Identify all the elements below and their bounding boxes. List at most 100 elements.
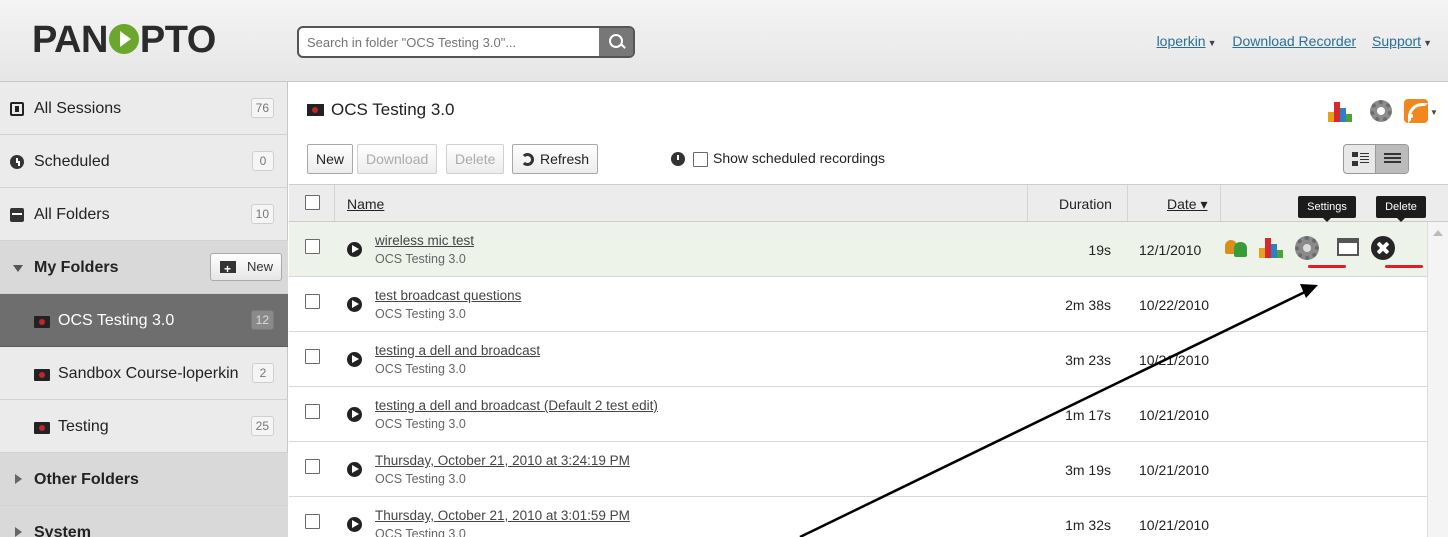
session-title-link[interactable]: wireless mic test: [375, 233, 474, 248]
session-title-link[interactable]: testing a dell and broadcast (Default 2 …: [375, 398, 658, 413]
delete-tooltip: Delete: [1376, 196, 1426, 222]
sidebar-folder-ocs-testing[interactable]: OCS Testing 3.0 12: [0, 294, 288, 347]
row-checkbox[interactable]: [305, 404, 320, 419]
select-all-checkbox[interactable]: [305, 195, 320, 210]
session-duration: 1m 17s: [1065, 407, 1111, 423]
scrollbar[interactable]: [1427, 222, 1448, 537]
count-badge: 25: [250, 416, 274, 436]
table-row[interactable]: test broadcast questions OCS Testing 3.0…: [289, 277, 1427, 332]
play-icon[interactable]: [347, 242, 362, 257]
session-date: 10/21/2010: [1139, 407, 1210, 423]
session-folder: OCS Testing 3.0: [375, 417, 466, 431]
section-label: System: [34, 524, 91, 537]
new-button[interactable]: New: [307, 144, 354, 174]
list-view-icon[interactable]: [1375, 145, 1408, 173]
sidebar: All Sessions 76 Scheduled 0 All Folders …: [0, 82, 288, 537]
count-badge: 76: [250, 98, 274, 118]
play-icon[interactable]: [347, 517, 362, 532]
folders-icon: [10, 208, 24, 222]
column-date-header[interactable]: Date ▾: [1167, 196, 1208, 213]
row-checkbox[interactable]: [305, 239, 320, 254]
stats-icon[interactable]: [1259, 236, 1283, 258]
section-label: Other Folders: [34, 471, 139, 488]
delete-icon[interactable]: [1371, 236, 1395, 260]
play-icon[interactable]: [347, 297, 362, 312]
stats-icon[interactable]: [1328, 100, 1352, 122]
folder-label: Testing: [58, 418, 109, 435]
table-row[interactable]: wireless mic test OCS Testing 3.0 19s 12…: [289, 222, 1427, 277]
panopto-logo[interactable]: PAN PTO: [32, 18, 216, 62]
row-checkbox[interactable]: [305, 294, 320, 309]
refresh-button[interactable]: Refresh: [512, 144, 599, 174]
table-row[interactable]: testing a dell and broadcast (Default 2 …: [289, 387, 1427, 442]
main-panel: OCS Testing 3.0 ▼ New Download Delete Re…: [289, 82, 1448, 537]
session-folder: OCS Testing 3.0: [375, 527, 466, 537]
logo-play-icon: [108, 24, 139, 54]
play-icon[interactable]: [347, 407, 362, 422]
gear-icon[interactable]: [1370, 100, 1392, 122]
sidebar-item-all-folders[interactable]: All Folders 10: [0, 188, 288, 241]
column-duration-header[interactable]: Duration: [1059, 196, 1112, 212]
count-badge: 12: [250, 310, 274, 330]
session-title-link[interactable]: test broadcast questions: [375, 288, 521, 303]
session-duration: 2m 38s: [1065, 297, 1111, 313]
expand-right-icon[interactable]: [15, 527, 22, 537]
download-button[interactable]: Download: [357, 144, 438, 174]
top-header: PANPTO loperkin▼ Download Recorder Suppo…: [0, 0, 1448, 82]
expand-down-icon[interactable]: [13, 265, 23, 272]
table-row[interactable]: testing a dell and broadcast OCS Testing…: [289, 332, 1427, 387]
share-icon[interactable]: [1225, 236, 1247, 258]
sidebar-section-system[interactable]: System: [0, 506, 288, 537]
download-recorder-link[interactable]: Download Recorder: [1232, 33, 1356, 49]
session-duration: 3m 19s: [1065, 462, 1111, 478]
sidebar-folder-sandbox[interactable]: Sandbox Course-loperkin 2: [0, 347, 288, 400]
edit-icon[interactable]: [1337, 238, 1359, 256]
count-badge: 2: [252, 363, 274, 383]
session-title-link[interactable]: Thursday, October 21, 2010 at 3:24:19 PM: [375, 453, 630, 468]
user-caret-icon[interactable]: ▼: [1208, 38, 1217, 48]
row-checkbox[interactable]: [305, 459, 320, 474]
session-title-link[interactable]: testing a dell and broadcast: [375, 343, 540, 358]
support-caret-icon[interactable]: ▼: [1423, 38, 1432, 48]
session-folder: OCS Testing 3.0: [375, 472, 466, 486]
show-scheduled-checkbox[interactable]: [693, 152, 708, 167]
search-icon[interactable]: [599, 28, 633, 56]
search-input[interactable]: [307, 32, 587, 52]
play-icon[interactable]: [347, 462, 362, 477]
sidebar-section-my-folders[interactable]: My Folders New: [0, 241, 288, 294]
session-title-link[interactable]: Thursday, October 21, 2010 at 3:01:59 PM: [375, 508, 630, 523]
scroll-up-icon[interactable]: [1433, 230, 1443, 236]
row-checkbox[interactable]: [305, 349, 320, 364]
settings-gear-icon[interactable]: [1295, 236, 1319, 260]
sidebar-item-label: All Folders: [34, 206, 110, 223]
session-date: 12/1/2010: [1139, 242, 1202, 258]
row-checkbox[interactable]: [305, 514, 320, 529]
rss-caret-icon[interactable]: ▼: [1430, 108, 1438, 117]
delete-highlight-underline: [1385, 265, 1423, 268]
folder-label: OCS Testing 3.0: [58, 312, 175, 329]
detail-view-icon[interactable]: [1344, 145, 1376, 173]
folder-icon: [34, 422, 50, 434]
sidebar-section-other-folders[interactable]: Other Folders: [0, 453, 288, 506]
table-header: Name Duration Date ▾: [289, 184, 1448, 222]
new-folder-button[interactable]: New: [210, 253, 282, 282]
settings-tooltip: Settings: [1298, 196, 1356, 222]
sidebar-item-all-sessions[interactable]: All Sessions 76: [0, 82, 288, 135]
sidebar-folder-testing[interactable]: Testing 25: [0, 400, 288, 453]
sidebar-item-scheduled[interactable]: Scheduled 0: [0, 135, 288, 188]
clock-icon: [10, 155, 24, 169]
table-row[interactable]: Thursday, October 21, 2010 at 3:01:59 PM…: [289, 497, 1427, 537]
expand-right-icon[interactable]: [15, 474, 22, 484]
rss-icon[interactable]: [1404, 99, 1428, 123]
column-divider: [1220, 185, 1221, 221]
view-toggle: [1343, 144, 1409, 174]
show-scheduled-label[interactable]: Show scheduled recordings: [713, 150, 885, 166]
table-row[interactable]: Thursday, October 21, 2010 at 3:24:19 PM…: [289, 442, 1427, 497]
folder-icon: [307, 104, 324, 116]
column-name-header[interactable]: Name: [347, 196, 384, 212]
delete-button[interactable]: Delete: [446, 144, 505, 174]
support-link[interactable]: Support: [1372, 33, 1421, 49]
header-links: loperkin ▼ Download Recorder Support ▼: [1145, 33, 1432, 49]
play-icon[interactable]: [347, 352, 362, 367]
user-menu-link[interactable]: loperkin: [1157, 33, 1206, 49]
